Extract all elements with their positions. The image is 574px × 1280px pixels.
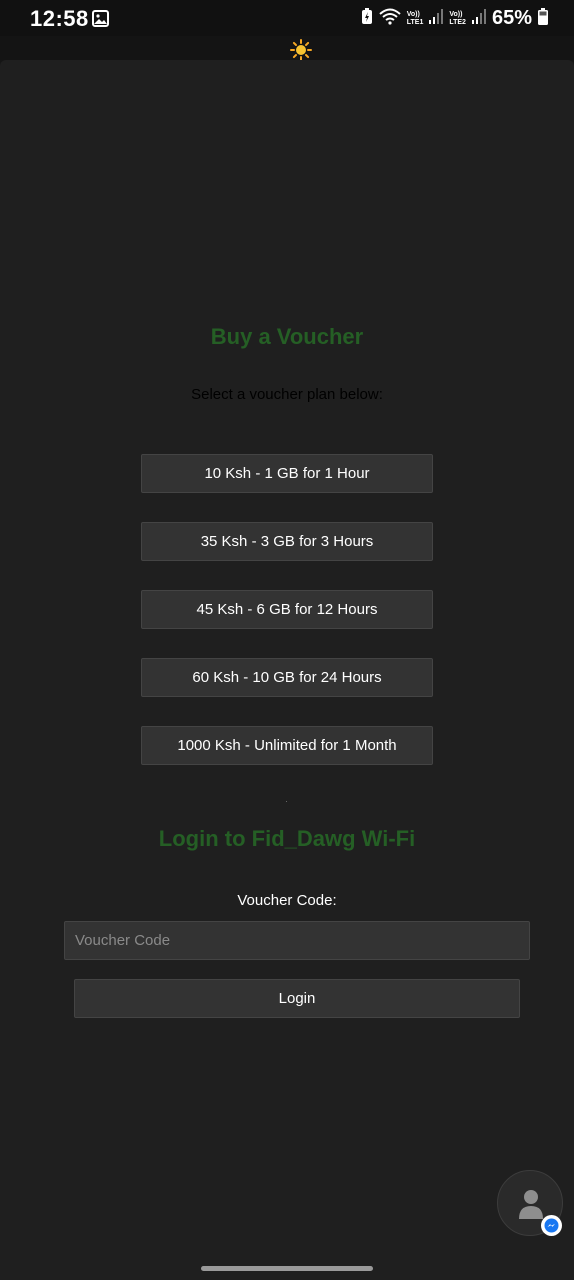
messenger-icon	[541, 1215, 562, 1236]
battery-icon	[538, 7, 548, 30]
plan-button-2[interactable]: 35 Ksh - 3 GB for 3 Hours	[141, 522, 433, 561]
home-indicator[interactable]	[201, 1266, 373, 1271]
voucher-title: Buy a Voucher	[210, 324, 364, 349]
wifi-icon	[379, 8, 401, 30]
sim2-volte-label: Vo)) LTE2	[449, 10, 466, 26]
battery-percent: 65%	[491, 7, 532, 29]
sun-strip	[0, 36, 574, 60]
voucher-subtitle: Select a voucher plan below:	[191, 386, 383, 403]
login-button[interactable]: Login	[74, 979, 520, 1018]
plan-button-1[interactable]: 10 Ksh - 1 GB for 1 Hour	[141, 454, 433, 493]
battery-saver-icon	[361, 7, 373, 30]
divider-dot	[286, 801, 287, 802]
signal-bars-icon-sim1	[429, 8, 444, 29]
login-title: Login to Fid_Dawg Wi-Fi	[158, 826, 416, 851]
gallery-notification-icon	[92, 10, 109, 32]
status-indicators: Vo)) LTE1 Vo)) LTE2 65%	[361, 7, 548, 30]
status-bar: 12:58 Vo)) LTE1 Vo)) LTE2 65%	[0, 0, 574, 36]
plan-button-4[interactable]: 60 Ksh - 10 GB for 24 Hours	[141, 658, 433, 697]
plan-button-3[interactable]: 45 Ksh - 6 GB for 12 Hours	[141, 590, 433, 629]
sim1-volte-label: Vo)) LTE1	[406, 10, 424, 26]
clock: 12:58	[30, 6, 89, 31]
signal-bars-icon-sim2	[471, 8, 486, 29]
voucher-code-label: Voucher Code:	[237, 892, 337, 909]
voucher-code-input[interactable]	[64, 921, 530, 960]
plan-button-5[interactable]: 1000 Ksh - Unlimited for 1 Month	[141, 726, 433, 765]
